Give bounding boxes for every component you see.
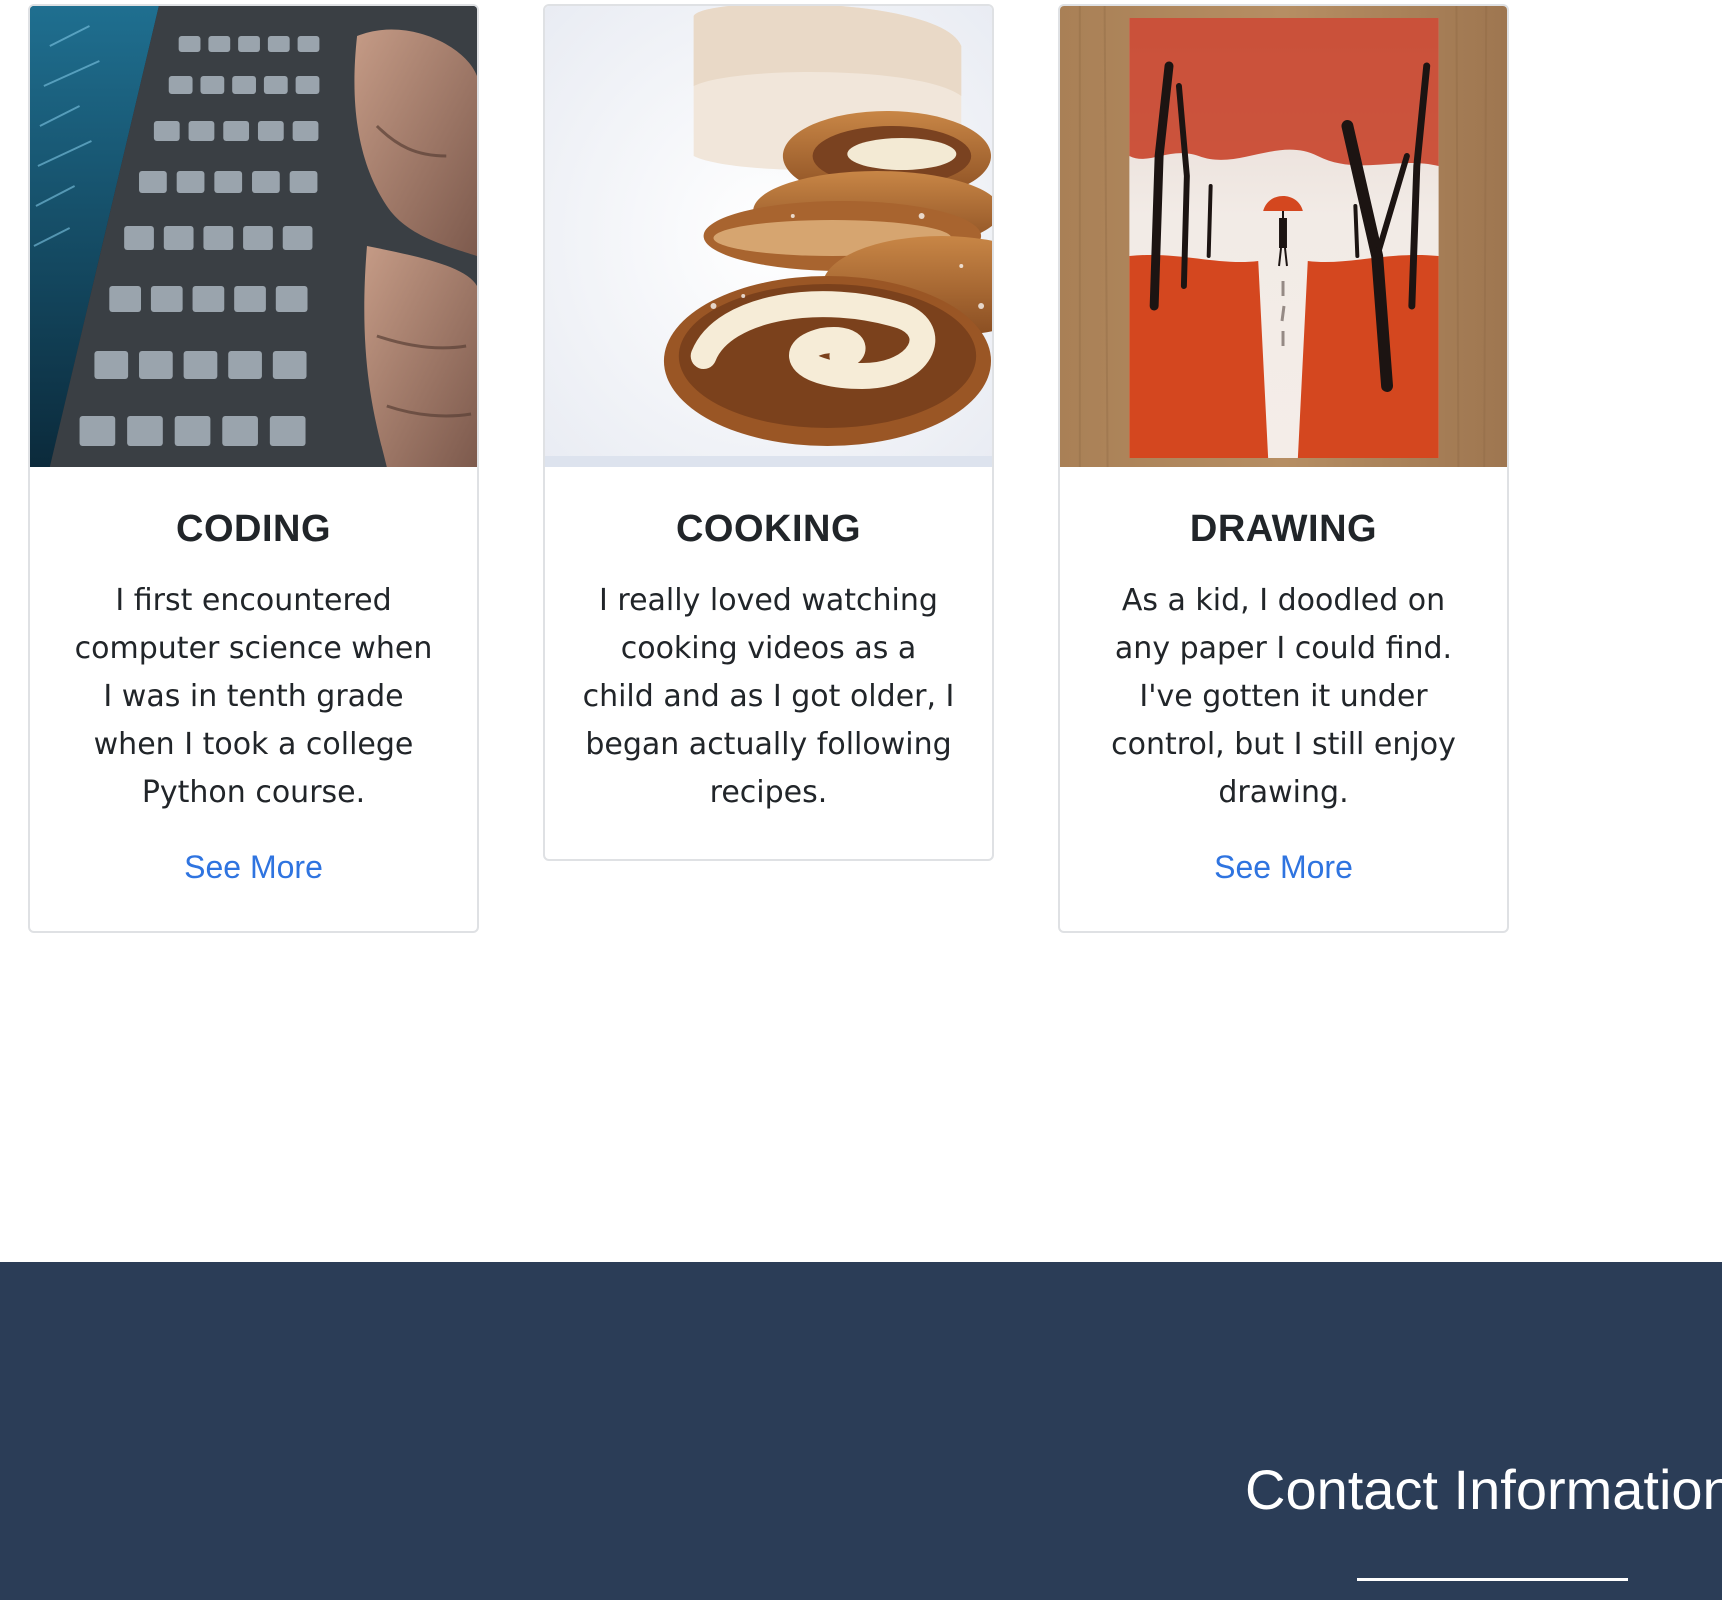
autumn-painting-icon (1060, 6, 1507, 467)
footer-divider (1357, 1578, 1628, 1581)
card-description: As a kid, I doodled on any paper I could… (1111, 583, 1456, 810)
card-title: DRAWING (1189, 508, 1378, 550)
footer-title: Contact Information (1245, 1458, 1722, 1521)
hobby-card-cooking: COOKING I really loved watching cooking … (543, 4, 994, 861)
page: CODING I first encountered computer scie… (0, 0, 1722, 1600)
card-description: I first encountered computer science whe… (74, 583, 433, 810)
cooking-image (545, 6, 992, 467)
drawing-image (1060, 6, 1507, 467)
laptop-keyboard-icon (30, 6, 477, 467)
card-description: I really loved watching cooking videos a… (582, 583, 955, 810)
drawing-card-body: DRAWING As a kid, I doodled on any paper… (1060, 467, 1507, 931)
see-more-link-coding[interactable]: See More (184, 847, 323, 887)
card-title: COOKING (675, 508, 862, 550)
card-title: CODING (176, 508, 331, 550)
see-more-link-drawing[interactable]: See More (1214, 847, 1353, 887)
hobby-card-coding: CODING I first encountered computer scie… (28, 4, 479, 933)
hobby-card-drawing: DRAWING As a kid, I doodled on any paper… (1058, 4, 1509, 933)
contact-footer: Contact Information (0, 1262, 1722, 1600)
cooking-card-body: COOKING I really loved watching cooking … (545, 467, 992, 859)
hobby-cards: CODING I first encountered computer scie… (28, 4, 1722, 1004)
coding-card-body: CODING I first encountered computer scie… (30, 467, 477, 931)
coding-image (30, 6, 477, 467)
swiss-roll-cake-icon (545, 6, 992, 467)
